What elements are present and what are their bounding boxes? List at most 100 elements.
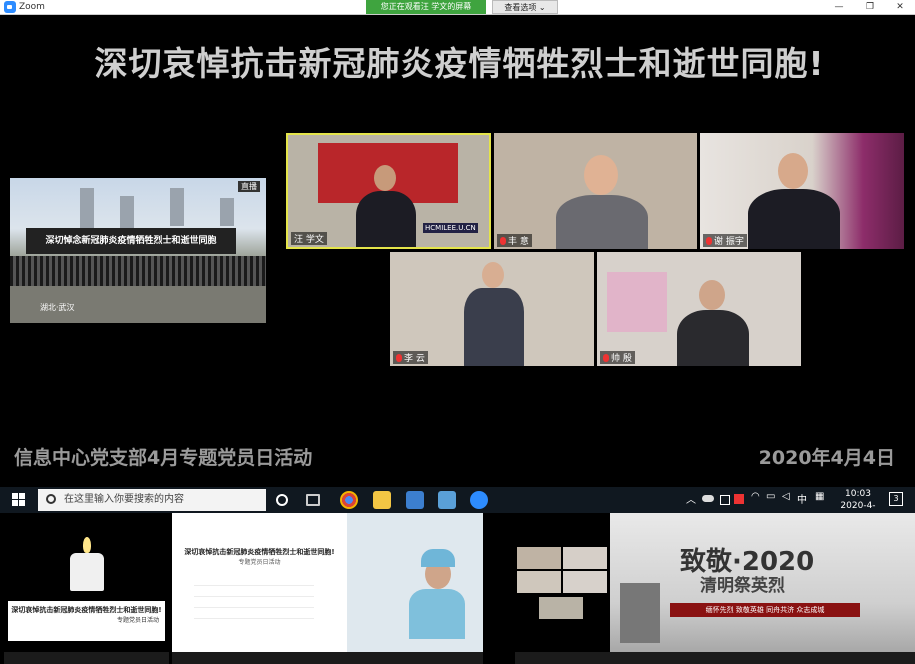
mini-tile xyxy=(517,571,561,593)
participant-body xyxy=(464,288,524,366)
search-icon xyxy=(46,494,56,504)
candle-icon xyxy=(70,553,104,591)
mini-taskbar xyxy=(4,652,169,664)
wall-sign: HCMILEE.U.CN xyxy=(423,223,478,233)
search-placeholder: 在这里输入你要搜索的内容 xyxy=(64,494,184,505)
windows-taskbar: 在这里输入你要搜索的内容 ︿ ◠ ▭ ◁ 中 ▦ 10:03 2020-4-4 … xyxy=(0,487,915,523)
candle-title: 深切哀悼抗击新冠肺炎疫情牺牲烈士和逝世同胞! xyxy=(11,606,162,614)
notification-center-icon[interactable]: 3 xyxy=(889,492,903,506)
screen-share-banner: 您正在观看汪 学文的屏幕 xyxy=(366,0,486,14)
app-icon[interactable] xyxy=(438,491,456,509)
taskbar-search-input[interactable]: 在这里输入你要搜索的内容 xyxy=(38,489,266,511)
zoom-taskbar-icon[interactable] xyxy=(470,491,488,509)
participant-head xyxy=(699,280,725,310)
building xyxy=(170,188,184,226)
participant-tile[interactable]: 谢 振宇 xyxy=(700,133,904,249)
keyboard-icon[interactable]: ▦ xyxy=(815,491,824,502)
battery-icon[interactable]: ▭ xyxy=(766,491,775,502)
nurse-cap xyxy=(421,549,455,567)
mini-taskbar xyxy=(515,652,610,664)
notification-count: 3 xyxy=(893,494,899,503)
slide-bullet-list xyxy=(194,575,314,623)
mini-tile xyxy=(539,597,583,619)
close-button[interactable]: ✕ xyxy=(888,0,912,14)
shared-screen: 深切哀悼抗击新冠肺炎疫情牺牲烈士和逝世同胞! 直播 深切悼念新冠肺炎疫情牺牲烈士… xyxy=(4,15,915,487)
title-bar: Zoom 您正在观看汪 学文的屏幕 查看选项 ⌄ — ❐ ✕ xyxy=(0,0,915,15)
candle-subtitle: 专题党员日活动 xyxy=(116,617,159,624)
building xyxy=(80,188,94,228)
mic-muted-icon xyxy=(500,236,506,245)
mini-taskbar xyxy=(610,652,915,664)
participant-name: 李 云 xyxy=(393,351,428,364)
restore-button[interactable]: ❐ xyxy=(858,0,882,14)
participant-head xyxy=(778,153,808,189)
mic-muted-icon xyxy=(706,236,712,245)
start-button[interactable] xyxy=(12,493,26,507)
participant-body xyxy=(677,310,749,366)
ime-indicator[interactable]: 中 xyxy=(797,491,807,506)
nurse-body xyxy=(409,589,465,639)
windows-logo-icon-part xyxy=(12,500,18,506)
thumbnail-video-grid[interactable] xyxy=(515,513,610,664)
live-badge: 直播 xyxy=(238,181,260,192)
monument xyxy=(620,583,660,643)
mini-taskbar xyxy=(347,652,483,664)
crowd xyxy=(10,256,266,286)
participant-name: 谢 振宇 xyxy=(703,234,747,247)
flame-icon xyxy=(83,537,91,553)
zoom-logo-icon xyxy=(4,1,16,13)
participant-body xyxy=(748,189,840,249)
thumbnail-slide[interactable]: 深切哀悼抗击新冠肺炎疫情牺牲烈士和逝世同胞! 专题党员日活动 xyxy=(172,513,347,664)
file-explorer-icon[interactable] xyxy=(373,491,391,509)
mini-tile xyxy=(517,547,561,569)
date-caption: 2020年4月4日 xyxy=(758,447,895,469)
thumbnail-tribute[interactable]: 致敬·2020 清明祭英烈 缅怀先烈 致敬英雄 同舟共济 众志成城 xyxy=(610,513,915,664)
candle-caption: 深切哀悼抗击新冠肺炎疫情牺牲烈士和逝世同胞! 专题党员日活动 xyxy=(8,601,165,641)
participant-tile[interactable]: 帅 殷 xyxy=(597,252,801,366)
building xyxy=(120,196,134,228)
participant-body xyxy=(356,191,416,247)
minimize-button[interactable]: — xyxy=(827,0,851,14)
slide-subtitle: 专题党员日活动 xyxy=(238,559,281,566)
ceremony-banner: 深切悼念新冠肺炎疫情牺牲烈士和逝世同胞 xyxy=(26,228,236,254)
windows-logo-icon-part xyxy=(19,493,25,499)
clock-time: 10:03 xyxy=(845,489,871,499)
slide-title: 深切哀悼抗击新冠肺炎疫情牺牲烈士和逝世同胞! xyxy=(184,548,335,556)
ceremony-video[interactable]: 直播 深切悼念新冠肺炎疫情牺牲烈士和逝世同胞 湖北·武汉 xyxy=(10,178,266,323)
participant-tile[interactable]: HCMILEE.U.CN 汪 学文 xyxy=(286,133,491,249)
curtain xyxy=(607,272,667,332)
slide-header: 深切哀悼抗击新冠肺炎疫情牺牲烈士和逝世同胞! 专题党员日活动 xyxy=(176,547,343,566)
app-title: Zoom xyxy=(4,1,45,13)
volume-icon[interactable]: ◁ xyxy=(782,491,790,502)
wifi-icon[interactable]: ◠ xyxy=(751,491,760,502)
thumbnail-candle[interactable]: 深切哀悼抗击新冠肺炎疫情牺牲烈士和逝世同胞! 专题党员日活动 xyxy=(4,513,169,664)
tray-icon[interactable] xyxy=(734,494,744,504)
task-view-icon[interactable] xyxy=(306,494,320,506)
participant-head xyxy=(482,262,504,288)
participant-tile[interactable]: 李 云 xyxy=(390,252,594,366)
participant-name: 帅 殷 xyxy=(600,351,635,364)
chrome-icon[interactable] xyxy=(340,491,358,509)
zoom-window: Zoom 您正在观看汪 学文的屏幕 查看选项 ⌄ — ❐ ✕ 深切哀悼抗击新冠肺… xyxy=(0,0,915,664)
mic-muted-icon xyxy=(603,353,609,362)
mic-muted-icon xyxy=(396,353,402,362)
tribute-subtitle: 清明祭英烈 xyxy=(700,576,785,596)
participant-body xyxy=(556,195,648,249)
participant-name: 丰 意 xyxy=(497,234,532,247)
participant-tile[interactable]: 丰 意 xyxy=(494,133,697,249)
participant-name: 汪 学文 xyxy=(291,232,327,245)
app-name: Zoom xyxy=(19,2,45,12)
tray-icon[interactable] xyxy=(720,495,730,505)
thumbnail-news-video[interactable] xyxy=(347,513,483,664)
cloud-icon[interactable] xyxy=(702,495,714,502)
tribute-slogan: 缅怀先烈 致敬英雄 同舟共济 众志成城 xyxy=(670,603,860,617)
mini-taskbar xyxy=(172,652,347,664)
cortana-icon[interactable] xyxy=(276,494,288,506)
chevron-up-icon[interactable]: ︿ xyxy=(686,491,696,506)
headline: 深切哀悼抗击新冠肺炎疫情牺牲烈士和逝世同胞! xyxy=(94,44,825,83)
app-icon[interactable] xyxy=(406,491,424,509)
participant-head xyxy=(584,155,618,195)
location-caption: 湖北·武汉 xyxy=(40,303,75,312)
view-options-button[interactable]: 查看选项 ⌄ xyxy=(492,0,558,14)
mini-tile xyxy=(563,547,607,569)
